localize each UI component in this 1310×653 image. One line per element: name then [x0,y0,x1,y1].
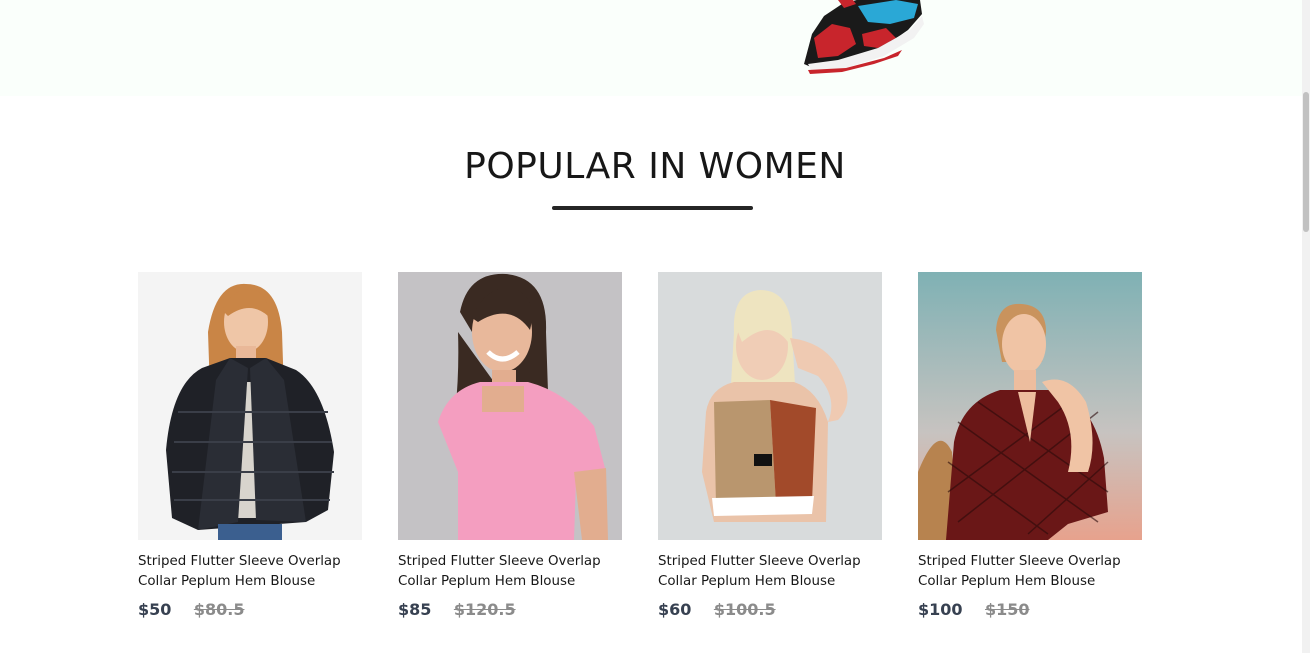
product-prices: $50 $80.5 [138,600,244,620]
product-grid: Striped Flutter Sleeve Overlap Collar Pe… [138,272,1142,632]
product-prices: $60 $100.5 [658,600,776,620]
sneaker-image [804,0,924,74]
product-name[interactable]: Striped Flutter Sleeve Overlap Collar Pe… [138,552,362,592]
old-price: $100.5 [713,600,776,619]
old-price: $150 [984,600,1030,619]
product-image[interactable] [398,272,622,540]
product-card[interactable]: Striped Flutter Sleeve Overlap Collar Pe… [398,272,622,632]
page: POPULAR IN WOMEN Striped Flutter Sleeve … [0,0,1310,653]
old-price: $80.5 [193,600,245,619]
woman-sports-bra-photo [658,272,882,540]
product-card[interactable]: Striped Flutter Sleeve Overlap Collar Pe… [658,272,882,632]
price: $85 [398,600,432,619]
price: $60 [658,600,692,619]
product-prices: $85 $120.5 [398,600,516,620]
product-image[interactable] [918,272,1142,540]
price: $50 [138,600,172,619]
woman-red-blouse-photo [918,272,1142,540]
scrollbar[interactable] [1302,0,1310,653]
product-card[interactable]: Striped Flutter Sleeve Overlap Collar Pe… [138,272,362,632]
woman-black-fur-jacket-photo [138,272,362,540]
scrollbar-thumb[interactable] [1303,92,1309,232]
woman-pink-top-photo [398,272,622,540]
old-price: $120.5 [453,600,516,619]
product-name[interactable]: Striped Flutter Sleeve Overlap Collar Pe… [918,552,1142,592]
hero-banner [0,0,1310,96]
title-underline [552,206,753,210]
section-title: POPULAR IN WOMEN [464,146,846,187]
product-card[interactable]: Striped Flutter Sleeve Overlap Collar Pe… [918,272,1142,632]
product-name[interactable]: Striped Flutter Sleeve Overlap Collar Pe… [398,552,622,592]
product-prices: $100 $150 [918,600,1030,620]
product-image[interactable] [658,272,882,540]
product-image[interactable] [138,272,362,540]
price: $100 [918,600,963,619]
product-name[interactable]: Striped Flutter Sleeve Overlap Collar Pe… [658,552,882,592]
